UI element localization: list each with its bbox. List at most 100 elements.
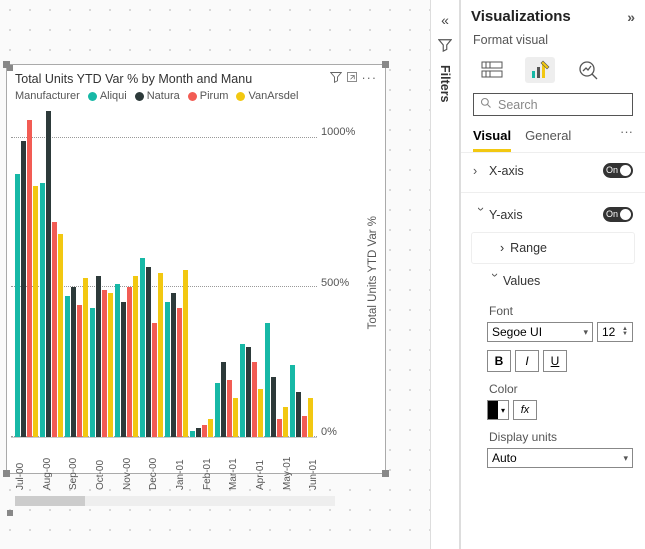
bar[interactable] bbox=[171, 293, 176, 437]
bar[interactable] bbox=[152, 323, 157, 437]
italic-button[interactable]: I bbox=[515, 350, 539, 372]
search-input[interactable]: Search bbox=[473, 93, 633, 116]
visualizations-pane: Visualizations » Format visual Search Vi… bbox=[460, 0, 645, 549]
bar[interactable] bbox=[33, 186, 38, 437]
font-size-input[interactable]: 12 ▲▼ bbox=[597, 322, 633, 342]
yaxis-card[interactable]: › Y-axis On bbox=[461, 197, 645, 232]
bar[interactable] bbox=[196, 428, 201, 437]
filter-icon[interactable] bbox=[330, 71, 342, 86]
bar[interactable] bbox=[52, 222, 57, 437]
bar[interactable] bbox=[108, 293, 113, 437]
bar[interactable] bbox=[290, 365, 295, 437]
x-tick: May-01 bbox=[282, 442, 307, 490]
bar[interactable] bbox=[183, 270, 188, 437]
bar[interactable] bbox=[146, 267, 151, 437]
xaxis-card[interactable]: › X-axis On bbox=[461, 153, 645, 188]
bar[interactable] bbox=[252, 362, 257, 437]
bar-group[interactable] bbox=[15, 108, 38, 437]
bar-group[interactable] bbox=[115, 108, 138, 437]
bar[interactable] bbox=[58, 234, 63, 437]
bar[interactable] bbox=[265, 323, 270, 437]
xaxis-toggle[interactable]: On bbox=[603, 163, 633, 178]
bar[interactable] bbox=[71, 287, 76, 437]
bar-group[interactable] bbox=[90, 108, 113, 437]
bar[interactable] bbox=[121, 302, 126, 437]
chevron-left-icon[interactable]: « bbox=[441, 12, 449, 28]
focus-mode-icon[interactable] bbox=[346, 71, 358, 86]
bar[interactable] bbox=[215, 383, 220, 437]
yaxis-values-card[interactable]: › Values bbox=[461, 264, 645, 298]
bar[interactable] bbox=[208, 419, 213, 437]
tab-visual[interactable]: Visual bbox=[473, 124, 511, 152]
filters-pane-collapsed[interactable]: « Filters bbox=[430, 0, 460, 549]
more-options-icon[interactable]: ··· bbox=[362, 71, 378, 86]
bar[interactable] bbox=[177, 308, 182, 437]
bar[interactable] bbox=[283, 407, 288, 437]
filters-label: Filters bbox=[438, 65, 452, 103]
bar[interactable] bbox=[158, 273, 163, 438]
bar[interactable] bbox=[221, 362, 226, 437]
fx-button[interactable]: fx bbox=[513, 400, 537, 420]
format-visual-icon[interactable] bbox=[525, 57, 555, 83]
bar[interactable] bbox=[77, 305, 82, 437]
display-units-select[interactable]: Auto▾ bbox=[487, 448, 633, 468]
bar[interactable] bbox=[46, 111, 51, 437]
font-family-select[interactable]: Segoe UI▾ bbox=[487, 322, 593, 342]
bar[interactable] bbox=[133, 276, 138, 438]
analytics-icon[interactable] bbox=[573, 57, 603, 83]
bar-group[interactable] bbox=[40, 108, 63, 437]
yaxis-toggle[interactable]: On bbox=[603, 207, 633, 222]
bar[interactable] bbox=[27, 120, 32, 437]
bar[interactable] bbox=[165, 302, 170, 437]
visual-container[interactable]: Total Units YTD Var % by Month and Manu … bbox=[6, 64, 386, 474]
bar[interactable] bbox=[96, 276, 101, 438]
bar[interactable] bbox=[202, 425, 207, 437]
bar[interactable] bbox=[302, 416, 307, 437]
bar[interactable] bbox=[258, 389, 263, 437]
bar[interactable] bbox=[140, 258, 145, 437]
bar[interactable] bbox=[90, 308, 95, 437]
bar[interactable] bbox=[83, 278, 88, 437]
bar[interactable] bbox=[271, 377, 276, 437]
bar-group[interactable] bbox=[290, 108, 313, 437]
bar[interactable] bbox=[240, 344, 245, 437]
filters-icon[interactable] bbox=[438, 38, 452, 55]
bar[interactable] bbox=[65, 296, 70, 437]
display-units-label: Display units bbox=[461, 424, 645, 444]
bar[interactable] bbox=[15, 174, 20, 437]
bar-group[interactable] bbox=[190, 108, 213, 437]
bar[interactable] bbox=[296, 392, 301, 437]
xaxis-label: X-axis bbox=[489, 164, 524, 178]
bar[interactable] bbox=[190, 431, 195, 437]
build-visual-icon[interactable] bbox=[477, 57, 507, 83]
bar[interactable] bbox=[21, 141, 26, 437]
tab-general[interactable]: General bbox=[525, 124, 571, 152]
bar-group[interactable] bbox=[165, 108, 188, 437]
bar[interactable] bbox=[102, 290, 107, 437]
bar-group[interactable] bbox=[265, 108, 288, 437]
bar[interactable] bbox=[277, 419, 282, 437]
stepper-icon[interactable]: ▲▼ bbox=[622, 327, 628, 337]
bar-group[interactable] bbox=[140, 108, 163, 437]
underline-button[interactable]: U bbox=[543, 350, 567, 372]
chevron-down-icon: ▾ bbox=[583, 327, 588, 338]
pane-title: Visualizations bbox=[471, 8, 571, 25]
bar[interactable] bbox=[308, 398, 313, 437]
plot-area[interactable] bbox=[11, 108, 317, 438]
color-picker[interactable]: ▾ bbox=[487, 400, 509, 420]
yaxis-range-card[interactable]: › Range bbox=[471, 232, 635, 264]
bar[interactable] bbox=[227, 380, 232, 437]
bar[interactable] bbox=[233, 398, 238, 437]
report-canvas[interactable]: Total Units YTD Var % by Month and Manu … bbox=[0, 0, 430, 549]
bar-group[interactable] bbox=[65, 108, 88, 437]
bold-button[interactable]: B bbox=[487, 350, 511, 372]
bar[interactable] bbox=[40, 183, 45, 437]
bar-group[interactable] bbox=[215, 108, 238, 437]
bar[interactable] bbox=[127, 287, 132, 437]
horizontal-scrollbar[interactable] bbox=[15, 496, 335, 506]
bar[interactable] bbox=[115, 284, 120, 437]
bar[interactable] bbox=[246, 347, 251, 437]
chevron-right-icon[interactable]: » bbox=[627, 9, 635, 25]
bar-group[interactable] bbox=[240, 108, 263, 437]
more-options-icon[interactable]: ··· bbox=[620, 124, 633, 152]
